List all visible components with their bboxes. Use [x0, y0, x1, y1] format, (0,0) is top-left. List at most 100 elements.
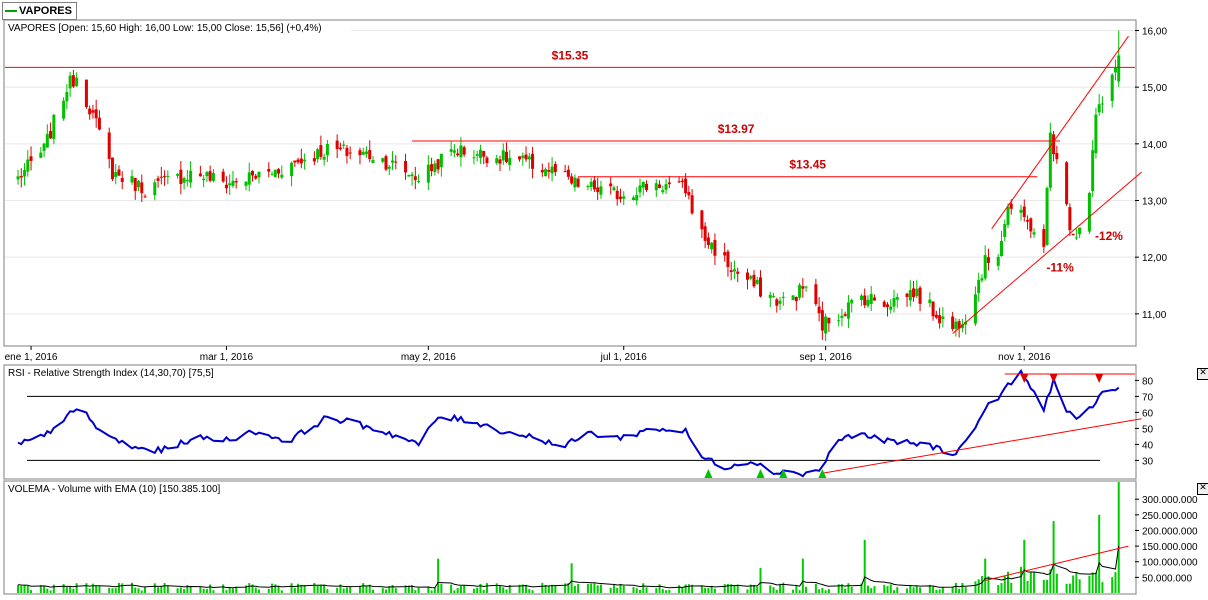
volume-bar — [258, 589, 261, 593]
candle-body — [658, 184, 662, 189]
candle-body — [290, 162, 294, 177]
candle-body — [618, 196, 622, 199]
volume-bar — [349, 586, 352, 593]
candle-body — [729, 270, 733, 273]
volume-bar — [1029, 572, 1032, 593]
volume-bar — [72, 588, 75, 593]
volume-bar — [824, 590, 827, 593]
volume-bar — [313, 582, 316, 593]
candle-body — [654, 183, 658, 191]
candle-body — [612, 187, 616, 191]
date-tick-label: nov 1, 2016 — [998, 352, 1051, 363]
date-tick-label: ene 1, 2016 — [5, 352, 58, 363]
candle-body — [71, 75, 75, 87]
volume-bar — [199, 587, 202, 593]
candle-body — [895, 296, 899, 300]
date-tick-label: may 2, 2016 — [401, 352, 456, 363]
candle-body — [49, 131, 53, 139]
volume-bar — [65, 587, 68, 593]
volume-bar — [756, 586, 759, 593]
candle-body — [495, 158, 499, 164]
candle-body — [137, 180, 141, 188]
candle-body — [133, 177, 137, 191]
candle-body — [1052, 134, 1056, 155]
price-panel-title: VAPORES [Open: 15,60 High: 16,00 Low: 15… — [8, 23, 322, 34]
volume-bar — [95, 585, 98, 593]
candle-body — [524, 154, 528, 160]
rsi-tick-label: 30 — [1142, 456, 1154, 467]
candle-body — [361, 151, 365, 155]
candle-body — [889, 306, 893, 310]
candle-body — [176, 173, 180, 176]
volume-bar — [345, 587, 348, 593]
candle-body — [570, 176, 574, 184]
volume-bar — [453, 590, 456, 593]
volume-bar — [883, 584, 886, 593]
volume-bar — [166, 585, 169, 593]
close-icon[interactable]: ✕ — [1197, 483, 1208, 495]
volume-bar — [655, 588, 658, 593]
candle-body — [459, 145, 463, 158]
candle-body — [527, 156, 531, 160]
volume-bar — [661, 589, 664, 593]
candle-body — [404, 160, 408, 173]
candle-body — [413, 176, 417, 181]
volume-bar — [678, 585, 681, 593]
candle-body — [798, 284, 802, 298]
volume-bar — [140, 590, 143, 593]
volume-bar — [362, 583, 365, 593]
date-axis: ene 1, 2016 mar 1, 2016 may 2, 2016 jul 1, … — [5, 346, 1051, 363]
volume-bar — [645, 587, 648, 593]
candle-body — [299, 158, 303, 164]
candle-body — [153, 182, 157, 196]
candle-body — [368, 149, 372, 160]
candle-body — [1019, 209, 1023, 213]
vol-panel-frame — [3, 480, 1137, 595]
volume-ema-line — [17, 545, 1120, 589]
candle-body — [384, 156, 388, 170]
volume-bar — [326, 589, 329, 593]
candle-body — [452, 150, 456, 153]
candle-body — [586, 185, 590, 187]
candle-body — [632, 197, 636, 201]
candle-body — [345, 147, 349, 156]
candle-body — [1006, 206, 1010, 225]
close-icon[interactable]: ✕ — [1197, 368, 1208, 380]
volume-axis: 300.000.000 250.000.000 200.000.000 150.000… — [1135, 495, 1198, 584]
volume-bar — [609, 587, 612, 593]
candle-body — [410, 174, 414, 177]
volume-tick-label: 100.000.000 — [1142, 558, 1198, 569]
candle-body — [364, 151, 368, 155]
volume-bar — [212, 590, 215, 593]
candle-body — [684, 178, 688, 194]
candle-body — [472, 157, 476, 159]
candle-body — [772, 295, 776, 297]
volume-bar — [111, 588, 114, 593]
candle-body — [664, 184, 668, 190]
volume-bar — [684, 584, 687, 593]
candle-body — [840, 315, 844, 318]
candle-body — [417, 181, 421, 183]
candle-body — [140, 182, 144, 194]
candle-body — [912, 288, 916, 298]
candle-body — [75, 77, 79, 86]
volume-bar — [88, 588, 91, 593]
volume-bar — [596, 585, 599, 593]
candle-body — [759, 277, 763, 297]
triangle-up-icon — [756, 469, 765, 478]
candle-body — [189, 170, 193, 183]
candle-body — [247, 172, 251, 185]
candle-body — [824, 316, 828, 334]
candle-body — [837, 320, 841, 322]
candle-body — [257, 171, 261, 178]
candle-body — [231, 180, 235, 186]
candle-body — [91, 110, 95, 113]
candle-body — [973, 294, 977, 324]
candle-body — [645, 183, 649, 190]
volume-bar — [896, 587, 899, 593]
volume-bar — [1068, 583, 1071, 593]
volume-bar — [98, 585, 101, 593]
volume-bar — [1010, 582, 1013, 593]
candle-body — [120, 178, 124, 182]
candle-body — [615, 190, 619, 200]
